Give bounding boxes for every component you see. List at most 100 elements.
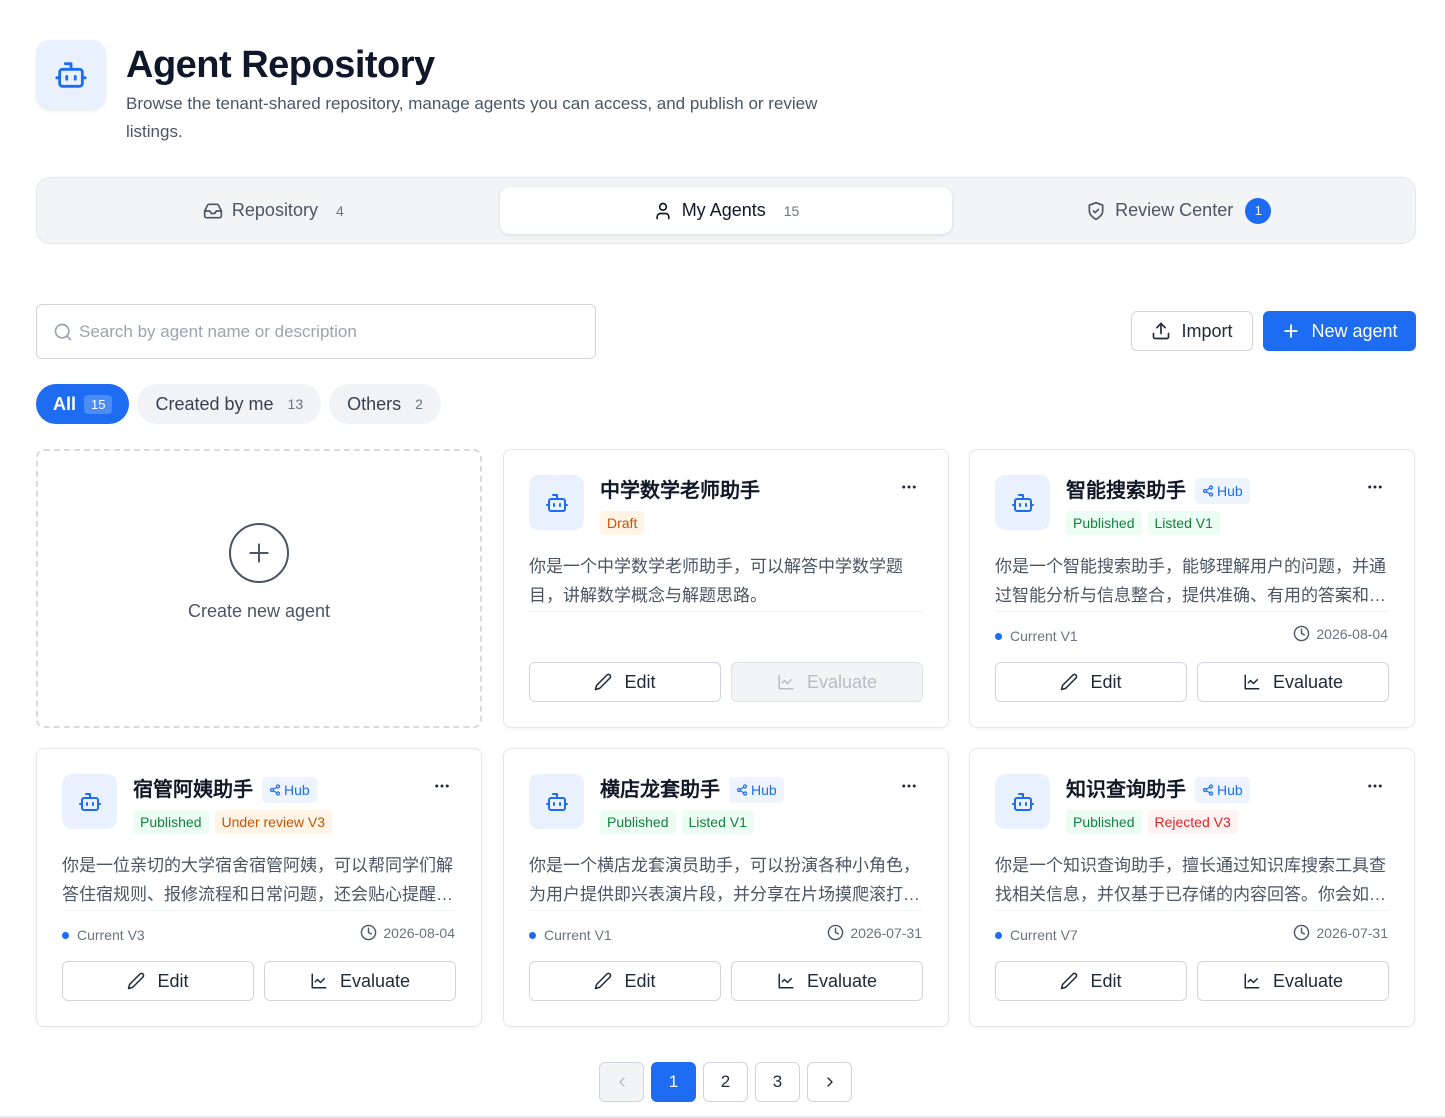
edit-button[interactable]: Edit (529, 961, 721, 1001)
import-button[interactable]: Import (1131, 311, 1253, 351)
more-options-icon[interactable] (1366, 478, 1384, 496)
next-page-button[interactable] (807, 1062, 852, 1102)
create-agent-label: Create new agent (187, 601, 331, 621)
chevron-right-icon (822, 1074, 838, 1090)
status-badge: Published (1066, 511, 1142, 535)
edit-button[interactable]: Edit (529, 662, 721, 702)
evaluate-button[interactable]: Evaluate (1197, 961, 1389, 1001)
tab-review-center[interactable]: Review Center 1 (952, 187, 1405, 234)
evaluate-button[interactable]: Evaluate (731, 961, 923, 1001)
clock-icon (827, 924, 844, 941)
edit-button[interactable]: Edit (62, 961, 254, 1001)
evaluate-button[interactable]: Evaluate (731, 662, 923, 702)
filter-all[interactable]: All 15 (36, 384, 130, 424)
version-label: Current V7 (1010, 927, 1078, 943)
edit-label: Edit (624, 671, 656, 692)
robot-icon (995, 774, 1050, 829)
line-chart-icon (777, 972, 795, 990)
agent-name: 知识查询助手 (1066, 779, 1186, 801)
pencil-icon (594, 972, 612, 990)
evaluate-label: Evaluate (339, 970, 411, 991)
evaluate-button[interactable]: Evaluate (264, 961, 456, 1001)
version-dot (995, 931, 1002, 939)
new-agent-button[interactable]: New agent (1263, 311, 1416, 351)
date-label: 2026-08-04 (1316, 625, 1388, 642)
status-badge: Listed V1 (681, 810, 754, 834)
share-icon (269, 784, 281, 796)
version-label: Current V1 (544, 927, 612, 943)
status-badge: Draft (600, 511, 645, 535)
status-badge: Rejected V3 (1147, 810, 1238, 834)
agent-name: 横店龙套助手 (600, 779, 720, 801)
hub-label: Hub (284, 782, 310, 798)
status-badge: Published (133, 810, 209, 834)
hub-label: Hub (1217, 483, 1243, 499)
filter-label: Others (347, 393, 402, 414)
current-version: Current V3 (62, 927, 145, 943)
tab-repository[interactable]: Repository 4 (47, 187, 500, 234)
card-divider (529, 611, 923, 612)
date-label: 2026-07-31 (850, 924, 922, 941)
card-divider (62, 910, 456, 911)
evaluate-label: Evaluate (1272, 970, 1344, 991)
evaluate-label: Evaluate (806, 671, 878, 692)
evaluate-button[interactable]: Evaluate (1197, 662, 1389, 702)
clock-icon (1293, 924, 1310, 941)
clock-icon (1293, 625, 1310, 642)
more-options-icon[interactable] (433, 777, 451, 795)
hub-label: Hub (751, 782, 777, 798)
agent-description: 你是一位亲切的大学宿舍宿管阿姨，可以帮同学们解答住宿规则、报修流程和日常问题，还… (62, 856, 453, 904)
agent-name-row: 智能搜索助手 Hub (1066, 478, 1250, 504)
tab-my-agents[interactable]: My Agents 15 (499, 187, 953, 234)
card-divider (995, 611, 1389, 612)
tab-count: 4 (335, 202, 344, 219)
line-chart-icon (1243, 972, 1261, 990)
robot-icon (529, 774, 584, 829)
edit-label: Edit (624, 970, 656, 991)
filter-count: 13 (287, 396, 304, 412)
version-dot (529, 931, 536, 939)
agent-description: 你是一个知识查询助手，擅长通过知识库搜索工具查找相关信息，并仅基于已存储的内容回… (995, 856, 1386, 904)
plus-circle-icon (229, 523, 289, 583)
agent-card: 知识查询助手 Hub Published Rejected V3 你是一个知识查询… (969, 748, 1415, 1027)
filter-label: All (53, 393, 77, 414)
tab-label: Review Center (1115, 200, 1234, 220)
filter-count: 15 (84, 394, 113, 414)
filter-label: Created by me (155, 393, 274, 414)
more-options-icon[interactable] (900, 478, 918, 496)
agent-name: 宿管阿姨助手 (133, 779, 253, 801)
plus-icon (1281, 321, 1301, 341)
status-badge: Published (600, 810, 676, 834)
robot-icon (995, 475, 1050, 530)
filter-others[interactable]: Others 2 (329, 384, 441, 424)
status-tags: Published Under review V3 (133, 810, 338, 834)
edit-button[interactable]: Edit (995, 961, 1187, 1001)
pencil-icon (127, 972, 145, 990)
prev-page-button[interactable] (599, 1062, 644, 1102)
search-box (36, 304, 596, 359)
page-3-button[interactable]: 3 (755, 1062, 800, 1102)
search-icon (53, 322, 73, 342)
pencil-icon (1060, 673, 1078, 691)
edit-label: Edit (157, 970, 189, 991)
edit-button[interactable]: Edit (995, 662, 1187, 702)
more-options-icon[interactable] (1366, 777, 1384, 795)
agent-description: 你是一个智能搜索助手，能够理解用户的问题，并通过智能分析与信息整合，提供准确、有… (995, 557, 1386, 605)
card-divider (995, 910, 1389, 911)
chevron-left-icon (614, 1074, 630, 1090)
edit-label: Edit (1090, 671, 1122, 692)
page-1-button[interactable]: 1 (651, 1062, 696, 1102)
agent-name: 中学数学老师助手 (600, 480, 760, 502)
version-label: Current V1 (1010, 628, 1078, 644)
tab-count: 15 (783, 202, 800, 219)
page-2-button[interactable]: 2 (703, 1062, 748, 1102)
filter-created-by-me[interactable]: Created by me 13 (137, 384, 322, 424)
pencil-icon (1060, 972, 1078, 990)
share-icon (1202, 485, 1214, 497)
more-options-icon[interactable] (900, 777, 918, 795)
edit-label: Edit (1090, 970, 1122, 991)
search-input[interactable] (79, 321, 559, 342)
create-agent-card[interactable]: Create new agent (36, 449, 482, 728)
line-chart-icon (1243, 673, 1261, 691)
updated-date: 2026-08-04 (1293, 625, 1388, 642)
